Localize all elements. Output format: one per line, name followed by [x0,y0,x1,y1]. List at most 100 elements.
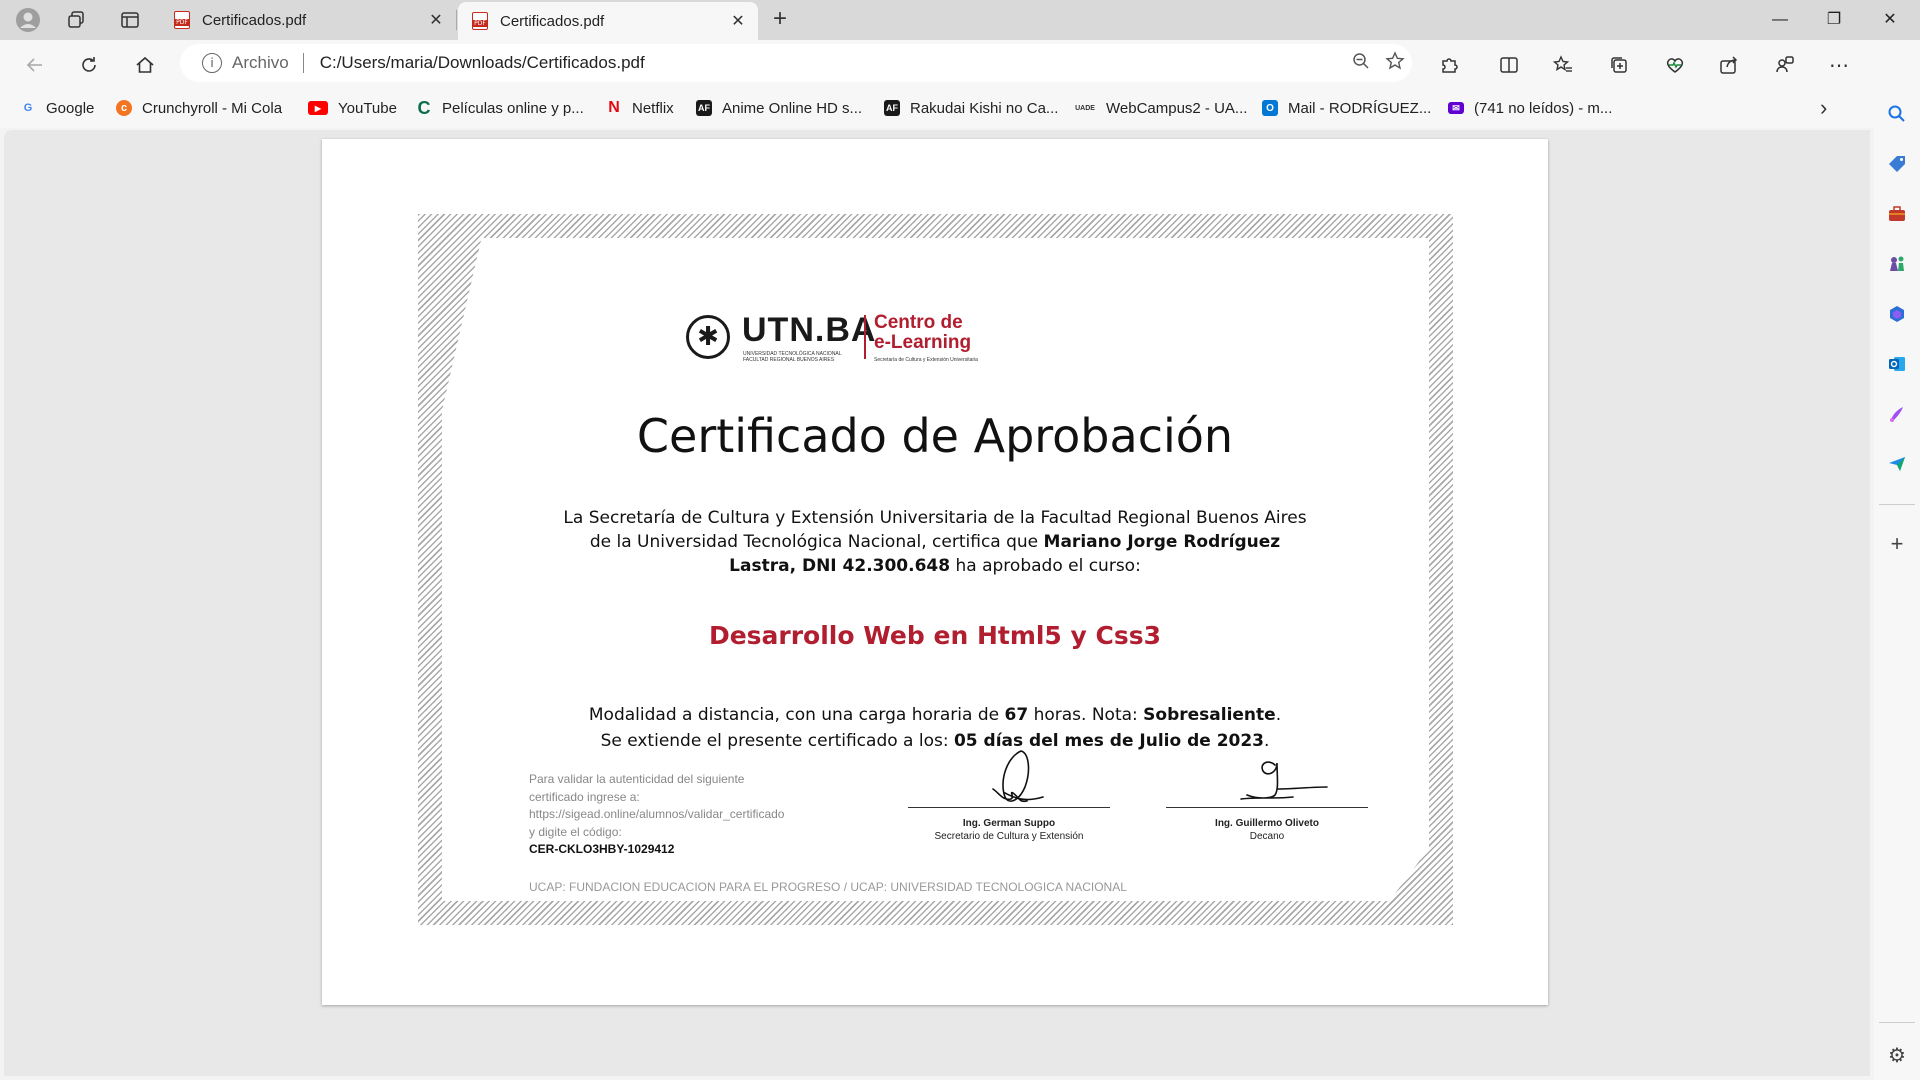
collections-icon[interactable] [1604,50,1634,80]
add-icon[interactable]: + [1883,530,1911,558]
details-text: Modalidad a distancia, con una carga hor… [588,705,1005,725]
feedback-icon[interactable] [1770,50,1800,80]
share-icon[interactable] [1714,50,1744,80]
favorite-crunchyroll[interactable]: c Crunchyroll - Mi Cola [116,88,282,128]
home-button[interactable] [130,50,160,80]
cuevana-icon: C [417,97,431,118]
url-text[interactable]: C:/Users/maria/Downloads/Certificados.pd… [320,53,1344,73]
more-menu-icon[interactable]: ⋯ [1824,50,1854,80]
favorite-label: YouTube [338,99,397,117]
logo-divider [864,315,866,359]
favorite-anime-online[interactable]: AF Anime Online HD s... [696,88,862,128]
validation-info: Para validar la autenticidad del siguien… [529,771,849,859]
close-icon[interactable]: ✕ [726,11,750,31]
new-tab-button[interactable]: + [766,6,794,34]
favorite-peliculas[interactable]: C Películas online y p... [416,88,584,128]
favorite-label: (741 no leídos) - m... [1474,99,1613,117]
favorite-star-icon[interactable] [1378,50,1412,76]
certificate-statement: La Secretaría de Cultura y Extensión Uni… [562,506,1308,578]
shopping-icon[interactable] [1883,150,1911,178]
validation-code: CER-CKLO3HBY-1029412 [529,842,675,856]
settings-gear-icon[interactable]: ⚙ [1883,1042,1911,1070]
outlook-icon: O [1262,100,1278,116]
favorite-youtube[interactable]: ▶ YouTube [308,88,397,128]
info-icon[interactable]: i [202,53,222,73]
refresh-button[interactable] [74,50,104,80]
signature-scribble-2 [1240,761,1328,800]
logo-utn-text: UTN.BA [742,311,877,349]
validation-line: Para validar la autenticidad del siguien… [529,772,745,786]
tab-title: Certificados.pdf [500,12,605,30]
yahoo-mail-icon: ✉ [1448,102,1464,114]
signer-name: Ing. Guillermo Oliveto [1215,818,1319,829]
tab-certificados-2[interactable]: Certificados.pdf ✕ [458,2,758,40]
search-icon[interactable] [1883,100,1911,128]
certificate-title: Certificado de Aprobación [636,409,1234,463]
youtube-icon: ▶ [308,101,328,115]
signer-name: Ing. German Suppo [962,818,1056,829]
designer-icon[interactable] [1883,400,1911,428]
restore-button[interactable]: ❐ [1806,0,1862,40]
validation-line: y digite el código: [529,824,622,839]
course-name: Desarrollo Web en Html5 y Css3 [708,621,1162,650]
signature-secretario: Ing. German Suppo Secretario de Cultura … [908,747,1110,842]
workspaces-icon[interactable] [62,6,90,34]
animeflv-icon: AF [884,100,900,116]
close-icon[interactable]: ✕ [424,10,448,30]
pdf-icon [472,12,488,30]
sidebar-divider [1879,1022,1915,1023]
browser-essentials-icon[interactable] [1660,50,1690,80]
close-window-button[interactable]: ✕ [1862,0,1918,40]
favorite-rakudai[interactable]: AF Rakudai Kishi no Ca... [884,88,1058,128]
pdf-page: ✱ UTN.BA UNIVERSIDAD TECNOLÓGICA NACIONA… [322,139,1548,1005]
minimize-button[interactable]: — [1752,0,1808,40]
course-hours: 67 [1004,705,1029,725]
split-screen-icon[interactable] [1494,50,1524,80]
favorite-label: Netflix [632,99,674,117]
crunchyroll-icon: c [116,100,132,116]
extensions-icon[interactable] [1434,50,1464,80]
scheme-label: Archivo [232,53,289,72]
signature-decano: Ing. Guillermo Oliveto Decano [1166,747,1368,842]
logo-utn-subtitle: UNIVERSIDAD TECNOLÓGICA NACIONAL FACULTA… [743,351,842,363]
favorite-mail[interactable]: O Mail - RODRÍGUEZ... [1262,88,1431,128]
zoom-out-icon[interactable] [1344,52,1378,75]
utn-logo: ✱ UTN.BA UNIVERSIDAD TECNOLÓGICA NACIONA… [686,311,1006,367]
signature-line [1166,807,1368,808]
favorite-google[interactable]: G Google [20,88,95,128]
details-text: . [1275,705,1282,725]
tab-actions-icon[interactable] [116,6,144,34]
favorite-webcampus[interactable]: UADE WebCampus2 - UA... [1074,88,1247,128]
tab-separator [456,10,457,30]
address-divider [302,53,304,73]
validation-line: certificado ingrese a: [529,789,640,804]
utn-seal-icon: ✱ [686,315,730,359]
address-bar[interactable]: i Archivo C:/Users/maria/Downloads/Certi… [180,44,1412,82]
details-text: Se extiende el presente certificado a lo… [600,731,954,751]
favorite-yahoo-mail[interactable]: ✉ (741 no leídos) - m... [1448,88,1612,128]
outlook-icon[interactable] [1883,350,1911,378]
details-text: horas. Nota: [1028,705,1144,725]
favorite-label: WebCampus2 - UA... [1106,99,1248,117]
logo-centro-line1: Centro de [874,312,963,333]
tab-title: Certificados.pdf [202,11,307,29]
tools-icon[interactable] [1883,200,1911,228]
favorites-icon[interactable] [1548,50,1578,80]
favorite-label: Rakudai Kishi no Ca... [910,99,1059,117]
signature-line [908,807,1110,808]
signer-role: Decano [1249,831,1285,842]
favorite-label: Mail - RODRÍGUEZ... [1288,99,1432,117]
tab-strip: Certificados.pdf ✕ Certificados.pdf ✕ + … [0,0,1920,40]
send-icon[interactable] [1883,450,1911,478]
favorite-label: Anime Online HD s... [722,99,863,117]
certificate-footer: UCAP: FUNDACION EDUCACION PARA EL PROGRE… [529,880,1127,894]
games-icon[interactable] [1883,250,1911,278]
logo-centro-line2: e-Learning [874,332,972,353]
chevron-right-icon[interactable]: › [1820,88,1827,128]
tab-certificados-1[interactable]: Certificados.pdf ✕ [160,0,456,40]
microsoft365-icon[interactable] [1883,300,1911,328]
back-button[interactable] [20,50,50,80]
favorite-netflix[interactable]: N Netflix [606,88,674,128]
profile-icon[interactable] [14,6,42,34]
navigation-bar: i Archivo C:/Users/maria/Downloads/Certi… [0,40,1920,88]
